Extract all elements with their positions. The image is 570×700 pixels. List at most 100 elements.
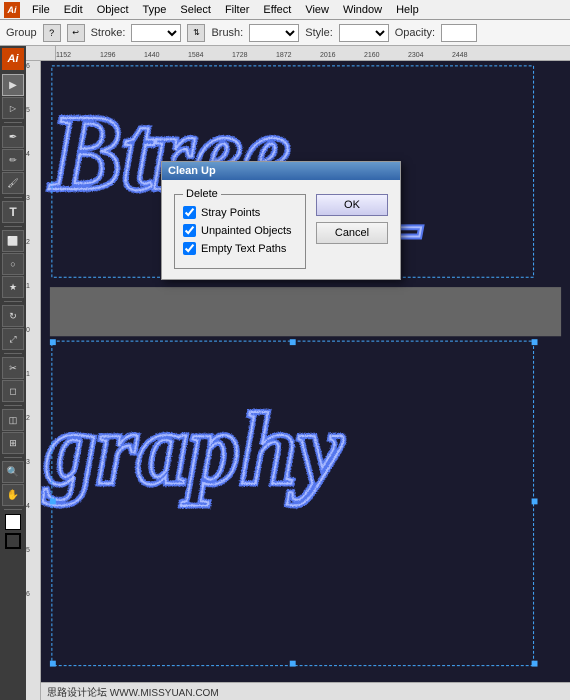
app-icon: Ai <box>4 2 20 18</box>
menu-edit[interactable]: Edit <box>58 2 89 18</box>
menu-file[interactable]: File <box>26 2 56 18</box>
artwork-background: Btree Btree o- o- graphy graphy <box>41 61 570 700</box>
ruler-h-mark-3: 1584 <box>188 52 232 59</box>
stroke-label: Stroke: <box>91 27 126 39</box>
dialog-title: Clean Up <box>168 165 216 177</box>
eraser-tool[interactable]: ◻ <box>2 380 24 402</box>
separator-4 <box>4 301 22 302</box>
mesh-tool[interactable]: ⊞ <box>2 432 24 454</box>
ruler-v-mark-7: 1 <box>26 371 40 415</box>
separator-7 <box>4 457 22 458</box>
style-label: Style: <box>305 27 333 39</box>
canvas-wrapper: 1152 1296 1440 1584 1728 1872 2016 2160 … <box>26 46 570 700</box>
ruler-h-mark-4: 1728 <box>232 52 276 59</box>
ruler-h-mark-9: 2448 <box>452 52 496 59</box>
pen-tool[interactable]: ✒ <box>2 126 24 148</box>
ruler-h-mark-7: 2160 <box>364 52 408 59</box>
isolate-icon[interactable]: ↩ <box>67 24 85 42</box>
separator-3 <box>4 226 22 227</box>
ruler-h-numbers: 1152 1296 1440 1584 1728 1872 2016 2160 … <box>56 46 570 60</box>
ruler-v-mark-8: 2 <box>26 415 40 459</box>
canvas-content[interactable]: Btree Btree o- o- graphy graphy <box>41 61 570 700</box>
rect-tool[interactable]: ⬜ <box>2 230 24 252</box>
dialog-titlebar[interactable]: Clean Up <box>162 162 400 180</box>
separator-1 <box>4 122 22 123</box>
dialog-body: Delete Stray Points Unpainted Objects <box>162 180 400 279</box>
ruler-v-numbers: 6 5 4 3 2 1 0 1 2 3 4 5 6 <box>26 61 40 635</box>
separator-2 <box>4 197 22 198</box>
dialog-options: Delete Stray Points Unpainted Objects <box>174 190 306 269</box>
artwork-svg: Btree Btree o- o- graphy graphy <box>41 61 570 700</box>
svg-text:graphy: graphy <box>43 393 344 507</box>
unpainted-objects-checkbox[interactable] <box>183 224 196 237</box>
hand-tool[interactable]: ✋ <box>2 484 24 506</box>
rotate-tool[interactable]: ↻ <box>2 305 24 327</box>
menu-view[interactable]: View <box>299 2 335 18</box>
fill-color[interactable] <box>5 514 21 530</box>
ruler-v-mark-0: 6 <box>26 63 40 107</box>
stroke-select[interactable] <box>131 24 181 42</box>
stray-points-label[interactable]: Stray Points <box>201 207 260 219</box>
brush-label: Brush: <box>211 27 243 39</box>
ruler-v-mark-1: 5 <box>26 107 40 151</box>
brush-select[interactable] <box>249 24 299 42</box>
empty-text-paths-label[interactable]: Empty Text Paths <box>201 243 286 255</box>
unpainted-objects-label[interactable]: Unpainted Objects <box>201 225 292 237</box>
scale-tool[interactable]: ⤢ <box>2 328 24 350</box>
menu-select[interactable]: Select <box>174 2 217 18</box>
delete-group-label: Delete <box>183 188 221 200</box>
ruler-h-mark-2: 1440 <box>144 52 188 59</box>
selection-tool[interactable]: ▶ <box>2 74 24 96</box>
opacity-label: Opacity: <box>395 27 435 39</box>
ruler-v-mark-12: 6 <box>26 591 40 635</box>
opacity-input[interactable]: 100 <box>441 24 477 42</box>
options-bar: Group ? ↩ Stroke: ⇅ Brush: Style: Opacit… <box>0 20 570 46</box>
zoom-tool[interactable]: 🔍 <box>2 461 24 483</box>
stray-points-checkbox[interactable] <box>183 206 196 219</box>
question-icon[interactable]: ? <box>43 24 61 42</box>
group-label: Group <box>6 27 37 39</box>
cancel-button[interactable]: Cancel <box>316 222 388 244</box>
pencil-tool[interactable]: ✏ <box>2 149 24 171</box>
gradient-tool[interactable]: ◫ <box>2 409 24 431</box>
delete-group: Delete Stray Points Unpainted Objects <box>174 194 306 269</box>
left-toolbar: Ai ▶ ▷ ✒ ✏ 🖌 T ⬜ ○ ★ ↻ ⤢ ✂ ◻ ◫ ⊞ 🔍 ✋ <box>0 46 26 700</box>
separator-8 <box>4 509 22 510</box>
separator-5 <box>4 353 22 354</box>
ruler-v-mark-2: 4 <box>26 151 40 195</box>
style-select[interactable] <box>339 24 389 42</box>
empty-text-paths-row: Empty Text Paths <box>183 242 297 255</box>
ellipse-tool[interactable]: ○ <box>2 253 24 275</box>
ruler-h-mark-0: 1152 <box>56 52 100 59</box>
menu-window[interactable]: Window <box>337 2 388 18</box>
menu-effect[interactable]: Effect <box>257 2 297 18</box>
canvas-body: 6 5 4 3 2 1 0 1 2 3 4 5 6 <box>26 61 570 700</box>
ruler-v-mark-10: 4 <box>26 503 40 547</box>
ruler-vertical: 6 5 4 3 2 1 0 1 2 3 4 5 6 <box>26 61 41 700</box>
ruler-v-mark-11: 5 <box>26 547 40 591</box>
menu-help[interactable]: Help <box>390 2 425 18</box>
stroke-arrows: ⇅ <box>187 24 205 42</box>
menu-bar: Ai File Edit Object Type Select Filter E… <box>0 0 570 20</box>
type-tool[interactable]: T <box>2 201 24 223</box>
menu-type[interactable]: Type <box>137 2 173 18</box>
cleanup-dialog: Clean Up Delete Stray Points <box>161 161 401 280</box>
dialog-buttons: OK Cancel <box>316 190 388 269</box>
ruler-horizontal: 1152 1296 1440 1584 1728 1872 2016 2160 … <box>26 46 570 61</box>
stroke-color[interactable] <box>5 533 21 549</box>
main-area: Ai ▶ ▷ ✒ ✏ 🖌 T ⬜ ○ ★ ↻ ⤢ ✂ ◻ ◫ ⊞ 🔍 ✋ <box>0 46 570 700</box>
empty-text-paths-checkbox[interactable] <box>183 242 196 255</box>
brush-tool[interactable]: 🖌 <box>2 172 24 194</box>
star-tool[interactable]: ★ <box>2 276 24 298</box>
ai-logo: Ai <box>2 48 24 70</box>
ruler-v-mark-4: 2 <box>26 239 40 283</box>
ruler-h-mark-6: 2016 <box>320 52 364 59</box>
ok-button[interactable]: OK <box>316 194 388 216</box>
direct-selection-tool[interactable]: ▷ <box>2 97 24 119</box>
ruler-v-mark-9: 3 <box>26 459 40 503</box>
ruler-h-inner: 1152 1296 1440 1584 1728 1872 2016 2160 … <box>56 46 570 60</box>
scissors-tool[interactable]: ✂ <box>2 357 24 379</box>
menu-filter[interactable]: Filter <box>219 2 255 18</box>
menu-object[interactable]: Object <box>91 2 135 18</box>
ruler-h-mark-5: 1872 <box>276 52 320 59</box>
